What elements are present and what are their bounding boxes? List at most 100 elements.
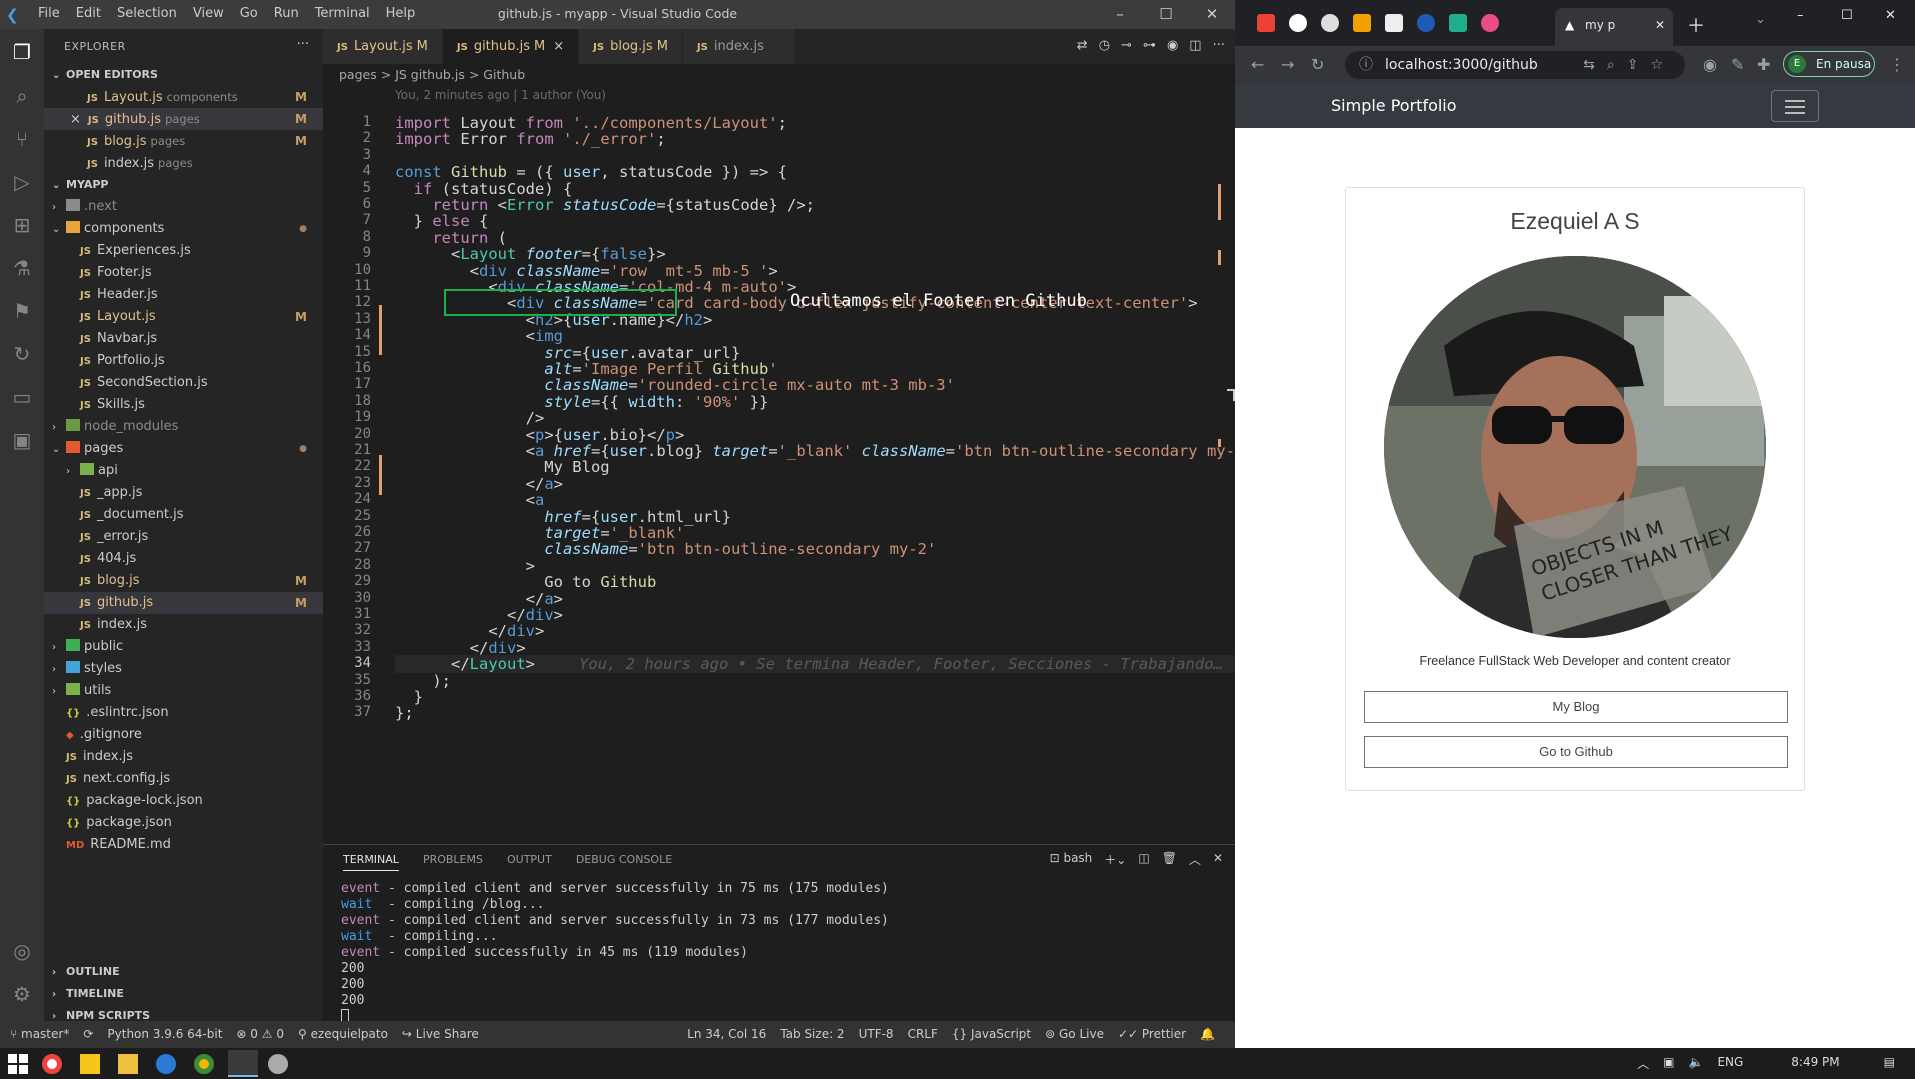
line-number[interactable]: 5 (323, 180, 371, 196)
tree-item[interactable]: JS Portfolio.js (44, 350, 323, 372)
tree-item[interactable]: JS 404.js (44, 548, 323, 570)
source-control-icon[interactable]: ⑂ (8, 125, 36, 153)
profile-button[interactable]: E En pausa (1783, 51, 1875, 77)
bell-icon[interactable]: 🔔 (1200, 1027, 1215, 1041)
tree-item[interactable]: JS Layout.js M (44, 306, 323, 328)
timeline-section[interactable]: › TIMELINE (44, 983, 323, 1005)
line-ending[interactable]: CRLF (908, 1027, 938, 1041)
line-number[interactable]: 1 (323, 114, 371, 130)
line-number[interactable]: 30 (323, 590, 371, 606)
network-icon[interactable]: ▣ (1663, 1055, 1674, 1072)
app-taskbar-icon[interactable] (156, 1054, 176, 1074)
tree-item[interactable]: JS next.config.js (44, 768, 323, 790)
line-number[interactable]: 14 (323, 327, 371, 343)
scrollbar-slider[interactable] (1227, 389, 1235, 401)
compare-icon[interactable]: ⇄ (1077, 38, 1088, 53)
tree-item[interactable]: {} package-lock.json (44, 790, 323, 812)
code-line[interactable]: Go to Github (395, 573, 656, 591)
breadcrumb-item[interactable]: pages (339, 67, 377, 82)
go-to-github-button[interactable]: Go to Github (1364, 736, 1788, 768)
project-header[interactable]: ⌄ MYAPP (44, 174, 323, 196)
tree-item[interactable]: › utils (44, 680, 323, 702)
code-line[interactable]: const Github = ({ user, statusCode }) =>… (395, 163, 787, 181)
line-number[interactable]: 13 (323, 311, 371, 327)
active-browser-tab[interactable]: ▲ my p ✕ (1555, 8, 1673, 46)
tree-item[interactable]: {} .eslintrc.json (44, 702, 323, 724)
breadcrumb-item[interactable]: Github (483, 67, 525, 82)
line-number[interactable]: 31 (323, 606, 371, 622)
chrome-menu-icon[interactable]: ⋮ (1889, 55, 1905, 74)
tree-item[interactable]: JS Header.js (44, 284, 323, 306)
chrome-tab-icon[interactable] (1321, 14, 1339, 32)
tree-item[interactable]: JS Skills.js (44, 394, 323, 416)
tree-item[interactable]: › node_modules (44, 416, 323, 438)
encoding[interactable]: UTF-8 (859, 1027, 894, 1041)
my-blog-button[interactable]: My Blog (1364, 691, 1788, 723)
language-indicator[interactable]: ENG (1717, 1055, 1743, 1072)
tree-item[interactable]: › .next (44, 196, 323, 218)
code-line[interactable]: <img (395, 327, 563, 345)
tree-item[interactable]: JS blog.js M (44, 570, 323, 592)
line-number[interactable]: 27 (323, 540, 371, 556)
line-number[interactable]: 22 (323, 458, 371, 474)
back-icon[interactable]: ← (1251, 55, 1264, 74)
code-line[interactable]: import Error from './_error'; (395, 130, 666, 148)
tab-github[interactable]: JS github.js M × (442, 29, 580, 64)
line-number[interactable]: 19 (323, 409, 371, 425)
python-interpreter[interactable]: Python 3.9.6 64-bit (107, 1027, 222, 1041)
code-line[interactable]: className='btn btn-outline-secondary my-… (395, 540, 936, 558)
open-editor-item[interactable]: JS index.js pages (44, 152, 323, 174)
line-number[interactable]: 15 (323, 344, 371, 360)
line-number[interactable]: 10 (323, 262, 371, 278)
code-line[interactable]: My Blog (395, 458, 609, 476)
testing-icon[interactable]: ⚗ (8, 254, 36, 282)
run-debug-icon[interactable]: ▷ (8, 168, 36, 196)
tree-item[interactable]: MD README.md (44, 834, 323, 856)
line-number[interactable]: 17 (323, 376, 371, 392)
go-live-button[interactable]: ⊚ Go Live (1045, 1027, 1104, 1041)
camera-tab-icon[interactable] (1385, 14, 1403, 32)
tree-item[interactable]: JS Navbar.js (44, 328, 323, 350)
line-number[interactable]: 29 (323, 573, 371, 589)
language-mode[interactable]: {} JavaScript (952, 1027, 1031, 1041)
start-icon[interactable] (8, 1054, 28, 1074)
d-tab-icon[interactable] (1449, 14, 1467, 32)
site-tab-icon[interactable] (1353, 14, 1371, 32)
tab-terminal[interactable]: TERMINAL (343, 853, 399, 871)
line-number[interactable]: 3 (323, 147, 371, 163)
docker-icon[interactable]: ▭ (8, 383, 36, 411)
volume-icon[interactable]: 🔈 (1688, 1055, 1703, 1072)
tree-item[interactable]: JS _error.js (44, 526, 323, 548)
tree-item[interactable]: ⌄ pages ● (44, 438, 323, 460)
tab-size[interactable]: Tab Size: 2 (780, 1027, 844, 1041)
forward-icon[interactable]: → (1281, 55, 1294, 74)
google-tab-icon[interactable] (1289, 14, 1307, 32)
line-number[interactable]: 4 (323, 163, 371, 179)
new-terminal-icon[interactable]: ＋⌄ (1104, 851, 1126, 868)
tree-item[interactable]: JS Experiences.js (44, 240, 323, 262)
line-number[interactable]: 7 (323, 212, 371, 228)
tray-chevron-icon[interactable]: ︿ (1637, 1055, 1649, 1072)
line-number[interactable]: 24 (323, 491, 371, 507)
tree-item[interactable]: › styles (44, 658, 323, 680)
vscode-taskbar-icon[interactable] (228, 1050, 258, 1077)
dribbble-tab-icon[interactable] (1481, 14, 1499, 32)
line-number[interactable]: 2 (323, 130, 371, 146)
cursor-position[interactable]: Ln 34, Col 16 (687, 1027, 766, 1041)
live-share-icon[interactable]: ↻ (8, 340, 36, 368)
maximize-panel-icon[interactable]: ︿ (1189, 851, 1201, 868)
line-number[interactable]: 20 (323, 426, 371, 442)
gmail-tab-icon[interactable] (1257, 14, 1275, 32)
reload-icon[interactable]: ↻ (1311, 55, 1324, 74)
line-number[interactable]: 12 (323, 294, 371, 310)
line-number[interactable]: 36 (323, 688, 371, 704)
sticky-notes-taskbar-icon[interactable] (80, 1054, 100, 1074)
tree-item[interactable]: ◆ .gitignore (44, 724, 323, 746)
split-terminal-icon[interactable]: ◫ (1138, 851, 1149, 868)
line-number[interactable]: 34 (323, 655, 371, 671)
tab-problems[interactable]: PROBLEMS (423, 853, 483, 871)
code-line[interactable]: } else { (395, 212, 489, 230)
minimize-icon[interactable]: – (1097, 0, 1143, 29)
tab-index[interactable]: JS index.js (682, 29, 795, 64)
tab-close-icon[interactable]: ✕ (1655, 8, 1665, 42)
